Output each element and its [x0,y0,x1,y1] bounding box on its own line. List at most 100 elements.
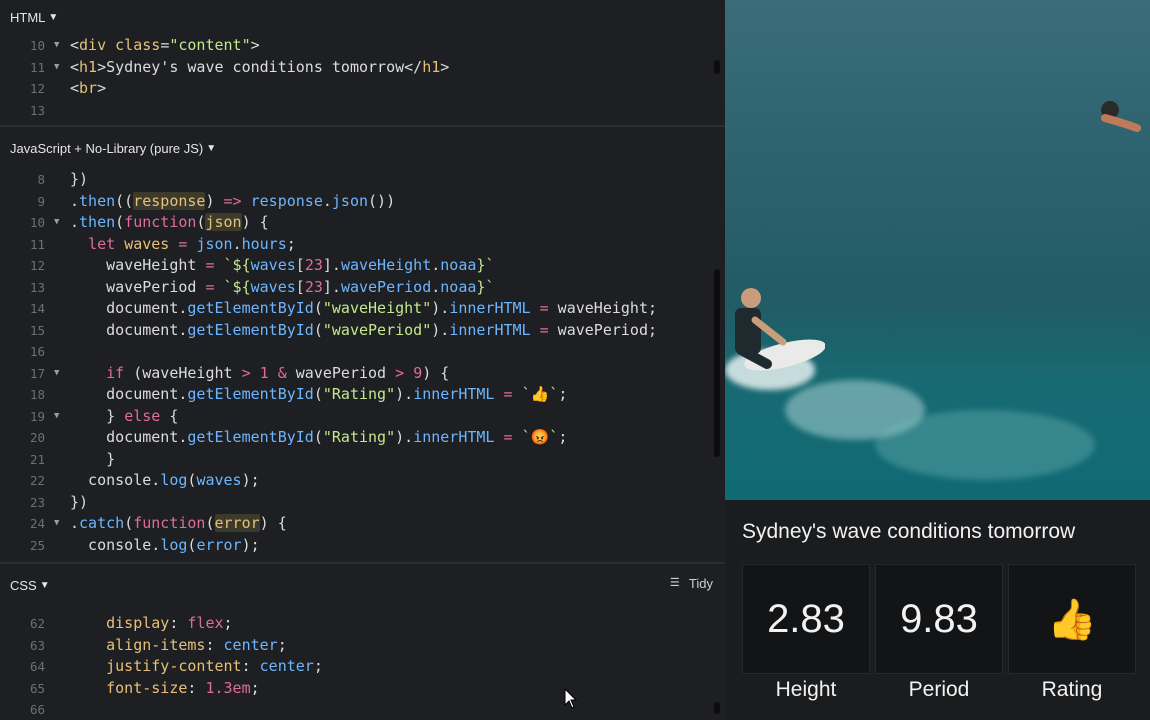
line-number: 8 [37,172,45,187]
line-number: 22 [29,473,45,488]
code-line[interactable]: 18 document.getElementById("Rating").inn… [0,384,725,406]
rating-label: Rating [1041,678,1103,701]
code-line[interactable]: 62 display: flex; [0,613,725,635]
js-panel-header[interactable]: JavaScript + No-Library (pure JS) ▼ [0,131,725,165]
css-code-area[interactable]: 62 display: flex; 63 align-items: center;… [0,613,725,720]
rating-card: 👍 [1008,564,1136,674]
swimmer-figure [1101,101,1141,132]
line-number: 10 [29,38,45,53]
line-number: 9 [37,193,45,209]
line-number: 20 [29,430,45,445]
period-card: 9.83 [875,564,1003,674]
code-text: <div class="content"> [70,36,260,54]
code-line[interactable]: 12 waveHeight = `${waves[23].waveHeight.… [0,255,725,277]
page-title: Sydney's wave conditions tomorrow [742,520,1076,543]
code-text: document.getElementById("waveHeight").in… [70,299,658,317]
code-text: .then(function(json) { [70,213,269,231]
period-value: 9.83 [900,596,978,641]
code-editor: HTML ▼ 10 ▼ <div class="content"> 11 ▼ <h1>Sy… [0,0,725,720]
line-number: 13 [29,279,45,295]
line-number: 13 [29,102,45,118]
js-code-area[interactable]: 8}) 9 .then((response) => response.json())… [0,169,725,562]
code-line[interactable]: 17 ▼ if (waveHeight > 1 & wavePeriod > 9)… [0,363,725,385]
line-number: 14 [29,301,45,316]
fold-arrow-icon[interactable]: ▼ [54,35,59,57]
chevron-down-icon[interactable]: ▼ [40,580,50,591]
code-line[interactable]: 19 ▼ } else { [0,406,725,428]
code-text: document.getElementById("wavePeriod").in… [70,320,658,339]
period-label: Period [908,678,970,701]
code-line[interactable]: 20 document.getElementById("Rating").inn… [0,427,725,449]
html-scrollbar[interactable] [714,60,720,74]
code-line[interactable]: 64 justify-content: center; [0,656,725,678]
html-panel-title: HTML [10,9,46,25]
code-line[interactable]: 8}) [0,169,725,191]
code-text: } [70,449,116,468]
code-text: display: flex; [106,614,233,632]
result-preview: Sydney's wave conditions tomorrow 2.83 9… [725,0,1150,720]
code-line[interactable]: 21 } [0,449,725,471]
js-panel: JavaScript + No-Library (pure JS) ▼ 8}) 9… [0,127,725,562]
code-text: wavePeriod = `${waves[23].wavePeriod.noa… [70,277,495,296]
line-number: 17 [29,365,45,381]
mouse-cursor-icon [564,688,578,709]
code-line[interactable]: 16 [0,341,725,363]
line-number: 15 [29,322,45,338]
code-text: document.getElementById("Rating").innerH… [70,428,568,446]
fold-arrow-icon[interactable]: ▼ [54,212,59,234]
code-line[interactable]: 9 .then((response) => response.json()) [0,191,725,213]
code-line[interactable]: 63 align-items: center; [0,635,725,657]
code-line[interactable]: 11 ▼ <h1>Sydney's wave conditions tomorrow… [0,57,725,79]
js-scrollbar[interactable] [714,269,720,457]
code-line[interactable]: 24 ▼ .catch(function(error) { [0,513,725,535]
html-panel-header[interactable]: HTML ▼ [0,0,725,34]
code-line[interactable]: 11 let waves = json.hours; [0,234,725,256]
code-text: console.log(waves); [70,471,260,489]
line-number: 10 [29,215,45,230]
fold-arrow-icon[interactable]: ▼ [54,363,59,385]
chevron-down-icon[interactable]: ▼ [48,12,58,23]
foam-shape [875,410,1095,480]
line-number: 24 [29,516,45,531]
tidy-button[interactable]: ☰ Tidy [670,576,713,591]
code-line[interactable]: 22 console.log(waves); [0,470,725,492]
line-number: 23 [29,494,45,510]
code-text: font-size: 1.3em; [106,678,260,697]
line-number: 25 [29,537,45,553]
fold-arrow-icon[interactable]: ▼ [54,513,59,535]
css-scrollbar[interactable] [714,702,720,714]
surf-video-image [725,0,1150,500]
line-number: 66 [29,702,45,717]
fold-arrow-icon[interactable]: ▼ [54,57,59,79]
code-line[interactable]: 13 wavePeriod = `${waves[23].wavePeriod.… [0,277,725,299]
html-code-area[interactable]: 10 ▼ <div class="content"> 11 ▼ <h1>Sydney's … [0,34,725,125]
code-text: waveHeight = `${waves[23].waveHeight.noa… [70,256,495,274]
code-line[interactable]: 23}) [0,492,725,514]
surfer-figure [735,288,825,371]
line-number: 63 [29,637,45,653]
wave-info-panel: Sydney's wave conditions tomorrow 2.83 9… [725,500,1150,720]
fold-arrow-icon[interactable]: ▼ [54,406,59,428]
code-text: let waves = json.hours; [88,234,296,253]
code-line[interactable]: 66 [0,699,725,720]
line-number: 11 [29,236,45,252]
chevron-down-icon[interactable]: ▼ [206,143,216,154]
code-line[interactable]: 13 [0,100,725,122]
code-text: <h1>Sydney's wave conditions tomorrow</h… [70,57,450,76]
line-number: 16 [29,344,45,359]
code-line[interactable]: 15 document.getElementById("wavePeriod")… [0,320,725,342]
code-line[interactable]: 25 console.log(error); [0,535,725,557]
code-line[interactable]: 12 <br> [0,78,725,100]
line-number: 12 [29,258,45,273]
css-panel-title: CSS [10,577,37,593]
code-line[interactable]: 10 ▼ <div class="content"> [0,35,725,57]
css-panel: CSS ▼ ☰ Tidy 62 display: flex; 63 align-i… [0,564,725,720]
code-text: .then((response) => response.json()) [70,191,396,210]
code-line[interactable]: 10 ▼ .then(function(json) { [0,212,725,234]
code-line[interactable]: 65 font-size: 1.3em; [0,678,725,700]
js-panel-title: JavaScript + No-Library (pure JS) [10,140,204,156]
css-panel-header[interactable]: CSS ▼ [0,568,725,602]
code-text: if (waveHeight > 1 & wavePeriod > 9) { [106,363,450,382]
code-line[interactable]: 14 document.getElementById("waveHeight")… [0,298,725,320]
line-number: 18 [29,387,45,402]
